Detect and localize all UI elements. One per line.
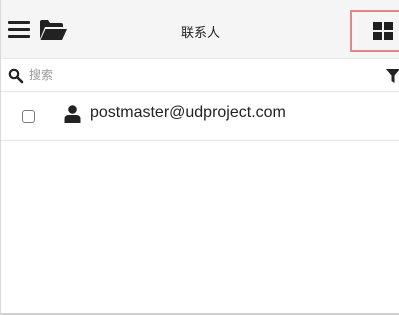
search-icon xyxy=(8,68,24,84)
contact-checkbox[interactable] xyxy=(22,110,35,123)
contact-email: postmaster@udproject.com xyxy=(90,104,286,121)
menu-icon[interactable] xyxy=(8,20,30,40)
filter-icon[interactable] xyxy=(386,69,399,83)
contacts-app: 联系人 postmaster@udproject.com xyxy=(0,0,399,315)
list-item[interactable]: postmaster@udproject.com xyxy=(1,93,399,141)
top-toolbar: 联系人 xyxy=(1,0,399,59)
search-input[interactable] xyxy=(27,64,359,86)
search-bar xyxy=(1,59,399,92)
user-icon xyxy=(64,105,81,123)
folder-open-icon[interactable] xyxy=(39,19,67,41)
grid-view-button[interactable] xyxy=(350,10,399,52)
